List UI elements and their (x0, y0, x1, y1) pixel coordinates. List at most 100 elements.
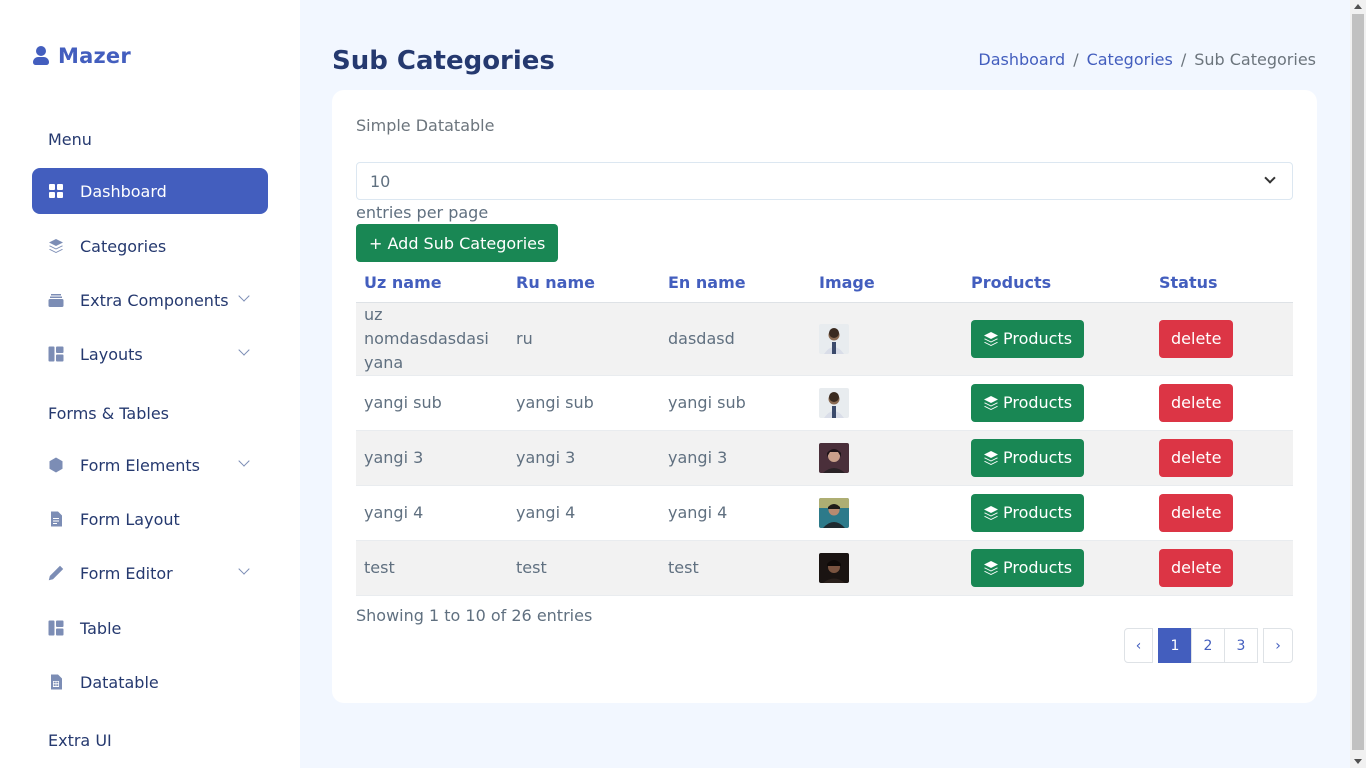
column-header-uz-name[interactable]: Uz name (356, 264, 508, 303)
table-row: test test test Products delete (356, 540, 1293, 596)
products-button[interactable]: Products (971, 383, 1085, 422)
datatable-card: Simple Datatable 10 entries per page + A… (332, 90, 1317, 703)
products-label: Products (1003, 503, 1073, 522)
column-header-products[interactable]: Products (963, 264, 1151, 303)
cell-products: Products (963, 540, 1151, 596)
products-button[interactable]: Products (971, 493, 1085, 532)
user-icon (32, 46, 50, 66)
pagination-page-3[interactable]: 3 (1224, 628, 1258, 663)
products-button[interactable]: Products (971, 548, 1085, 587)
sidebar-item-form-elements[interactable]: Form Elements (32, 442, 268, 488)
cell-uz-name: test (356, 540, 508, 596)
column-header-ru-name[interactable]: Ru name (508, 264, 660, 303)
column-header-en-name[interactable]: En name (660, 264, 811, 303)
breadcrumb-separator: / (1180, 50, 1187, 69)
products-button[interactable]: Products (971, 438, 1085, 477)
products-button[interactable]: Products (971, 319, 1085, 358)
cell-status: delete (1151, 540, 1293, 596)
sidebar: Mazer Menu Dashboard Categories Extra Co… (0, 0, 300, 768)
delete-button[interactable]: delete (1159, 383, 1234, 422)
file-spreadsheet-icon (48, 674, 64, 690)
products-label: Products (1003, 558, 1073, 577)
cell-status: delete (1151, 430, 1293, 486)
scrollbar-thumb[interactable] (1352, 14, 1364, 750)
sidebar-item-categories[interactable]: Categories (32, 223, 268, 269)
sidebar-item-table[interactable]: Table (32, 605, 268, 651)
cell-ru-name: yangi 4 (508, 485, 660, 541)
breadcrumb: Dashboard / Categories / Sub Categories (978, 50, 1316, 69)
cell-products: Products (963, 430, 1151, 486)
cell-status: delete (1151, 375, 1293, 431)
sidebar-item-form-layout[interactable]: Form Layout (32, 496, 268, 542)
sidebar-item-label: Datatable (80, 672, 159, 692)
pagination-prev[interactable]: ‹ (1124, 628, 1153, 663)
cell-uz-name: uz nomdasdasdasi yana (356, 302, 508, 376)
table-row: yangi sub yangi sub yangi sub Products d… (356, 375, 1293, 431)
sidebar-section-extra-ui: Extra UI (48, 731, 112, 750)
cell-image (811, 375, 963, 431)
entries-info: Showing 1 to 10 of 26 entries (356, 606, 593, 625)
pagination-page-1[interactable]: 1 (1158, 628, 1192, 663)
cell-image (811, 302, 963, 376)
sidebar-item-datatable[interactable]: Datatable (32, 659, 268, 705)
add-sub-category-button[interactable]: + Add Sub Categories (356, 224, 559, 262)
entries-per-page-label: entries per page (356, 203, 489, 222)
pagination-page-2[interactable]: 2 (1191, 628, 1225, 663)
breadcrumb-dashboard[interactable]: Dashboard (978, 50, 1065, 69)
avatar (819, 497, 849, 528)
sidebar-item-label: Dashboard (80, 181, 167, 201)
delete-button[interactable]: delete (1159, 493, 1234, 532)
table-row: yangi 3 yangi 3 yangi 3 Products delete (356, 430, 1293, 486)
sidebar-section-forms-tables: Forms & Tables (48, 404, 169, 423)
scroll-down-arrow-icon[interactable] (1354, 759, 1362, 764)
brand-logo[interactable]: Mazer (32, 44, 131, 68)
cell-status: delete (1151, 485, 1293, 541)
delete-button[interactable]: delete (1159, 438, 1234, 477)
avatar (819, 323, 849, 354)
cell-products: Products (963, 375, 1151, 431)
cell-en-name: yangi 4 (660, 485, 811, 541)
cell-en-name: test (660, 540, 811, 596)
sidebar-section-menu: Menu (48, 130, 92, 149)
stack-icon (984, 560, 998, 575)
cell-en-name: yangi sub (660, 375, 811, 431)
column-header-status[interactable]: Status (1151, 264, 1293, 303)
chevron-down-icon (238, 455, 250, 467)
scroll-up-arrow-icon[interactable] (1354, 4, 1362, 9)
sidebar-item-form-editor[interactable]: Form Editor (32, 550, 268, 596)
chevron-down-icon (238, 290, 250, 302)
layout-icon (48, 346, 64, 362)
cell-en-name: yangi 3 (660, 430, 811, 486)
delete-button[interactable]: delete (1159, 548, 1234, 587)
layout-icon (48, 620, 64, 636)
sidebar-item-extra-components[interactable]: Extra Components (32, 277, 268, 323)
cell-uz-name: yangi 3 (356, 430, 508, 486)
delete-button[interactable]: delete (1159, 319, 1234, 358)
stack-icon (48, 238, 64, 254)
chevron-down-icon (1264, 172, 1276, 184)
pagination-next[interactable]: › (1263, 628, 1293, 663)
breadcrumb-categories[interactable]: Categories (1087, 50, 1173, 69)
sidebar-item-label: Layouts (80, 344, 143, 364)
sidebar-item-dashboard[interactable]: Dashboard (32, 168, 268, 214)
sidebar-item-label: Form Layout (80, 509, 180, 529)
products-label: Products (1003, 448, 1073, 467)
vertical-scrollbar[interactable] (1350, 0, 1366, 768)
table-row: uz nomdasdasdasi yana ru dasdasd Product… (356, 302, 1293, 376)
chevron-down-icon (238, 563, 250, 575)
file-text-icon (48, 511, 64, 527)
avatar (819, 552, 849, 583)
entries-per-page-select[interactable]: 10 (356, 162, 1293, 200)
hexagon-icon (48, 457, 64, 473)
products-label: Products (1003, 329, 1073, 348)
sidebar-item-layouts[interactable]: Layouts (32, 331, 268, 377)
select-value: 10 (370, 171, 391, 191)
cell-image (811, 485, 963, 541)
page-title: Sub Categories (332, 46, 555, 76)
sidebar-item-label: Form Editor (80, 563, 173, 583)
sidebar-item-label: Categories (80, 236, 167, 256)
column-header-image[interactable]: Image (811, 264, 963, 303)
sidebar-item-label: Form Elements (80, 455, 200, 475)
cell-ru-name: yangi 3 (508, 430, 660, 486)
table-row: yangi 4 yangi 4 yangi 4 Products delete (356, 485, 1293, 541)
